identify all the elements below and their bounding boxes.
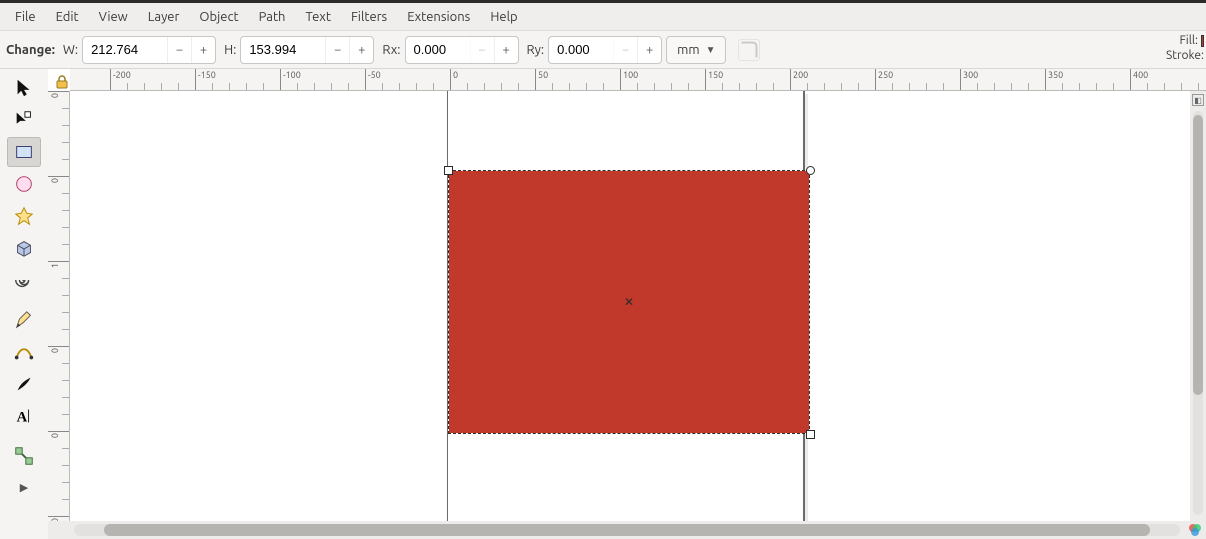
ruler-tick: 150 <box>705 69 706 91</box>
h-scroll-thumb[interactable] <box>104 524 1150 536</box>
ruler-tick: 350 <box>1045 69 1046 91</box>
menu-file[interactable]: File <box>5 7 46 27</box>
menu-object[interactable]: Object <box>189 7 248 27</box>
ruler-tick: -150 <box>195 69 196 91</box>
rounding-handle-ne[interactable] <box>806 166 815 175</box>
rx-label: Rx: <box>382 43 400 57</box>
ruler-tick: -200 <box>110 69 111 91</box>
height-increment[interactable]: + <box>349 37 373 63</box>
ruler-tick: 0 <box>48 516 70 517</box>
ruler-tick: 200 <box>790 69 791 91</box>
tool-options-bar: Change: W: − + H: − + Rx: − + Ry: − + mm… <box>0 31 1206 69</box>
text-tool[interactable]: A <box>7 401 41 431</box>
ruler-tick: 0 <box>450 69 451 91</box>
horizontal-scrollbar[interactable] <box>74 524 1180 536</box>
pencil-tool[interactable] <box>7 305 41 335</box>
3dbox-tool[interactable] <box>7 233 41 263</box>
rx-decrement[interactable]: − <box>470 37 494 63</box>
ruler-tick: 1 <box>48 261 70 262</box>
guides-lock-icon[interactable] <box>52 73 72 91</box>
ruler-tick: 0 <box>48 431 70 432</box>
fill-stroke-indicator: Fill: Stroke: <box>1166 33 1204 63</box>
svg-text:A: A <box>17 410 28 426</box>
connector-tool[interactable] <box>7 441 41 471</box>
height-input[interactable] <box>241 42 325 57</box>
chevron-down-icon: ▼ <box>706 44 716 56</box>
color-management-icon[interactable] <box>1188 523 1204 537</box>
fill-swatch[interactable] <box>1201 35 1204 47</box>
menubar: File Edit View Layer Object Path Text Fi… <box>0 3 1206 31</box>
ry-label: Ry: <box>527 43 545 57</box>
menu-help[interactable]: Help <box>480 7 527 27</box>
menu-extensions[interactable]: Extensions <box>397 7 480 27</box>
toolbox: A ▶ <box>0 69 48 539</box>
ry-increment[interactable]: + <box>637 37 661 63</box>
bezier-tool[interactable] <box>7 337 41 367</box>
menu-text[interactable]: Text <box>295 7 340 27</box>
ruler-tick: 0 <box>48 91 70 92</box>
menu-path[interactable]: Path <box>249 7 296 27</box>
ruler-tick: 0 <box>48 176 70 177</box>
circle-tool[interactable] <box>7 169 41 199</box>
ruler-tick: 400 <box>1130 69 1131 91</box>
toolbox-expand[interactable]: ▶ <box>20 481 28 494</box>
calligraphy-tool[interactable] <box>7 369 41 399</box>
workarea: -200-150-100-50050100150200250300350400 … <box>48 69 1206 539</box>
horizontal-ruler[interactable]: -200 -150 -100 -50 0 50 100 150 200 250 300 350 400 <box>70 69 1206 91</box>
ruler-tick: 50 <box>535 69 536 91</box>
reset-corners-button[interactable] <box>738 39 760 61</box>
width-increment[interactable]: + <box>191 37 215 63</box>
ry-decrement[interactable]: − <box>613 37 637 63</box>
fill-label: Fill: <box>1180 33 1199 48</box>
star-tool[interactable] <box>7 201 41 231</box>
ruler-tick: 0 <box>48 346 70 347</box>
canvas[interactable]: ✕ <box>70 91 1190 521</box>
ry-spinbox[interactable]: − + <box>548 36 662 64</box>
rectangle-tool[interactable] <box>7 137 41 167</box>
ruler-tick: 300 <box>960 69 961 91</box>
change-label: Change: <box>6 43 55 57</box>
spiral-tool[interactable] <box>7 265 41 295</box>
rx-increment[interactable]: + <box>494 37 518 63</box>
panel-toggle-icon[interactable]: ◧ <box>1192 94 1204 106</box>
node-tool[interactable] <box>7 105 41 135</box>
width-input[interactable] <box>83 42 167 57</box>
stroke-label: Stroke: <box>1166 48 1204 63</box>
width-decrement[interactable]: − <box>167 37 191 63</box>
rx-spinbox[interactable]: − + <box>405 36 519 64</box>
ruler-tick: 100 <box>620 69 621 91</box>
height-spinbox[interactable]: − + <box>240 36 374 64</box>
unit-selector[interactable]: mm ▼ <box>666 36 726 64</box>
unit-label: mm <box>677 43 699 57</box>
width-spinbox[interactable]: − + <box>82 36 216 64</box>
menu-edit[interactable]: Edit <box>46 7 89 27</box>
selector-tool[interactable] <box>7 73 41 103</box>
rx-input[interactable] <box>406 42 470 57</box>
ruler-tick: -50 <box>365 69 366 91</box>
ry-input[interactable] <box>549 42 613 57</box>
width-label: W: <box>63 43 78 57</box>
menu-layer[interactable]: Layer <box>138 7 190 27</box>
ruler-tick: 250 <box>875 69 876 91</box>
vertical-ruler[interactable]: 0 0 1 0 0 0 <box>48 91 70 521</box>
vertical-scrollbar[interactable]: ◧ <box>1190 91 1206 521</box>
menu-filters[interactable]: Filters <box>341 7 397 27</box>
ruler-tick: -100 <box>280 69 281 91</box>
v-scroll-thumb[interactable] <box>1193 115 1203 395</box>
resize-handle-se[interactable] <box>806 430 815 439</box>
resize-handle-nw[interactable] <box>444 166 453 175</box>
height-decrement[interactable]: − <box>325 37 349 63</box>
menu-view[interactable]: View <box>89 7 138 27</box>
center-cross-icon: ✕ <box>624 295 634 309</box>
height-label: H: <box>224 43 236 57</box>
bottom-scroll-row <box>48 521 1206 539</box>
